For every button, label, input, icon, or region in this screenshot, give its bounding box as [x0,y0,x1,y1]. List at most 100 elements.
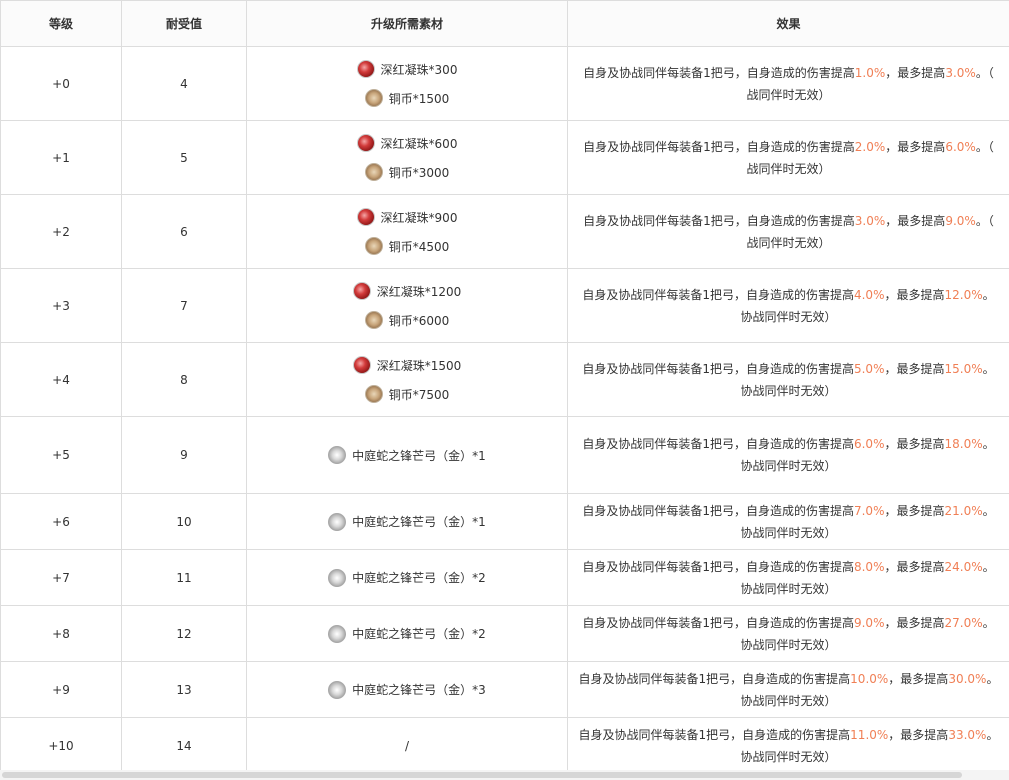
table-row: +5 9 中庭蛇之锋芒弓（金）*1 自身及协战同伴每装备1把弓，自身造成的伤害提高6.… [0,416,1009,494]
material-label: 中庭蛇之锋芒弓（金）*2 [352,571,486,585]
effect-cell: 自身及协战同伴每装备1把弓，自身造成的伤害提高7.0%，最多提高21.0%。 协战… [567,493,1009,550]
materials-cell: 深红凝珠*1200 铜币*6000 [246,268,568,343]
horizontal-scrollbar[interactable] [0,770,1009,780]
effect-line-1: 自身及协战同伴每装备1把弓，自身造成的伤害提高9.0%，最多提高27.0%。 [572,612,1005,634]
effect-mid: ，最多提高 [884,503,945,518]
tolerance-cell: 6 [121,194,247,269]
bow-medal-icon [328,624,347,643]
effect-v1: 9.0% [853,615,885,630]
effect-post: 。 [982,361,995,376]
table-row: +7 11 中庭蛇之锋芒弓（金）*2 自身及协战同伴每装备1把弓，自身造成的伤害提高8… [0,549,1009,606]
material-item: 铜币*4500 [248,232,567,261]
effect-v1: 8.0% [853,559,885,574]
crimson-bead-icon [352,356,371,374]
effect-cell: 自身及协战同伴每装备1把弓，自身造成的伤害提高2.0%，最多提高6.0%。（ 战同… [567,120,1009,195]
effect-line-2: 战同伴时无效） [746,235,831,250]
effect-cell: 自身及协战同伴每装备1把弓，自身造成的伤害提高9.0%，最多提高27.0%。协战… [567,605,1009,662]
effect-text: 自身及协战同伴每装备1把弓，自身造成的伤害提高1.0%，最多提高3.0%。（ 战同… [569,62,1009,106]
table-row: +1 5 深红凝珠*600 铜币*3000 自身及协战同伴每装备1把弓，自身造成的伤害提… [0,120,1009,195]
materials-cell: 深红凝珠*1500 铜币*7500 [246,342,568,417]
materials-cell: 中庭蛇之锋芒弓（金）*3 [246,661,568,718]
effect-post: 。 [982,287,995,302]
material-item: 中庭蛇之锋芒弓（金）*1 [248,441,567,470]
tolerance-cell: 14 [121,717,247,774]
level-cell: +10 [0,717,122,774]
effect-v2: 33.0% [948,727,987,742]
copper-coin-icon [364,385,383,403]
header-materials: 升级所需素材 [246,0,568,47]
table-row: +10 14 / 自身及协战同伴每装备1把弓，自身造成的伤害提高11.0%，最多提高3… [0,717,1009,774]
effect-v1: 11.0% [850,727,889,742]
effect-line-2: 协战同伴时无效） [740,383,837,398]
tolerance-cell: 10 [121,493,247,550]
level-cell: +8 [0,605,122,662]
effect-line-1: 自身及协战同伴每装备1把弓，自身造成的伤害提高6.0%，最多提高18.0%。 [572,433,1005,455]
effect-text: 自身及协战同伴每装备1把弓，自身造成的伤害提高8.0%，最多提高24.0%。 协战… [569,556,1009,600]
material-label: / [404,738,410,753]
effect-mid: ，最多提高 [885,139,946,154]
effect-mid: ，最多提高 [885,65,946,80]
material-item: 深红凝珠*1200 [248,277,567,306]
materials-cell: 深红凝珠*600 铜币*3000 [246,120,568,195]
tolerance-cell: 12 [121,605,247,662]
effect-post: 。 [986,671,999,686]
effect-pre: 自身及协战同伴每装备1把弓，自身造成的伤害提高 [583,65,855,80]
material-label: 铜币*7500 [388,387,450,402]
material-label: 深红凝珠*600 [380,136,458,151]
effect-post: 。（ [975,65,994,80]
material-item: 深红凝珠*1500 [248,351,567,380]
effect-line-2: 战同伴时无效） [746,87,831,102]
level-cell: +7 [0,549,122,606]
effect-v2: 24.0% [944,559,983,574]
table-row: +3 7 深红凝珠*1200 铜币*6000 自身及协战同伴每装备1把弓，自身造成的伤害… [0,268,1009,343]
effect-line-2: 战同伴时无效） [746,161,831,176]
effect-line-2: 协战同伴时无效） [740,459,837,473]
effect-post: 。 [982,615,995,630]
material-label: 深红凝珠*300 [380,62,458,77]
materials-cell: 深红凝珠*900 铜币*4500 [246,194,568,269]
effect-pre: 自身及协战同伴每装备1把弓，自身造成的伤害提高 [583,213,855,228]
effect-mid: ，最多提高 [884,615,945,630]
copper-coin-icon [364,237,383,255]
effect-line-2: 协战同伴时无效） [740,693,837,708]
effect-mid: ，最多提高 [884,559,945,574]
crimson-bead-icon [356,208,375,226]
effect-line-2: 协战同伴时无效） [740,637,837,652]
material-item: 深红凝珠*600 [248,129,567,158]
copper-coin-icon [364,89,383,107]
effect-post: 。（ [975,213,994,228]
tolerance-cell: 4 [121,46,247,121]
effect-line-2: 协战同伴时无效） [740,525,837,540]
effect-line-1: 自身及协战同伴每装备1把弓，自身造成的伤害提高5.0%，最多提高15.0%。 [572,358,1005,380]
level-cell: +5 [0,416,122,494]
effect-v2: 27.0% [944,615,983,630]
effect-v1: 3.0% [854,213,886,228]
tolerance-cell: 11 [121,549,247,606]
material-label: 铜币*3000 [388,165,450,180]
effect-line-2: 协战同伴时无效） [740,581,837,596]
material-label: 中庭蛇之锋芒弓（金）*3 [352,683,486,697]
material-item: 铜币*3000 [248,158,567,187]
level-cell: +9 [0,661,122,718]
table-row: +4 8 深红凝珠*1500 铜币*7500 自身及协战同伴每装备1把弓，自身造成的伤害… [0,342,1009,417]
effect-mid: ，最多提高 [885,213,946,228]
effect-v2: 18.0% [944,437,983,451]
effect-line-1: 自身及协战同伴每装备1把弓，自身造成的伤害提高2.0%，最多提高6.0%。（ [572,136,1005,158]
scrollbar-thumb[interactable] [2,772,962,778]
effect-v1: 2.0% [854,139,886,154]
bow-medal-icon [328,568,347,587]
material-item: 铜币*7500 [248,380,567,409]
effect-pre: 自身及协战同伴每装备1把弓，自身造成的伤害提高 [582,615,854,630]
effect-cell: 自身及协战同伴每装备1把弓，自身造成的伤害提高3.0%，最多提高9.0%。（ 战同… [567,194,1009,269]
material-label: 铜币*4500 [388,239,450,254]
header-tolerance: 耐受值 [121,0,247,47]
material-item: 中庭蛇之锋芒弓（金）*2 [248,563,567,592]
effect-cell: 自身及协战同伴每装备1把弓，自身造成的伤害提高10.0%，最多提高30.0%。协… [567,661,1009,718]
material-item: 深红凝珠*900 [248,203,567,232]
level-cell: +6 [0,493,122,550]
copper-coin-icon [364,311,383,329]
effect-post: 。 [982,559,995,574]
effect-cell: 自身及协战同伴每装备1把弓，自身造成的伤害提高4.0%，最多提高12.0%。 协战… [567,268,1009,343]
effect-pre: 自身及协战同伴每装备1把弓，自身造成的伤害提高 [582,287,854,302]
effect-mid: ，最多提高 [884,287,945,302]
